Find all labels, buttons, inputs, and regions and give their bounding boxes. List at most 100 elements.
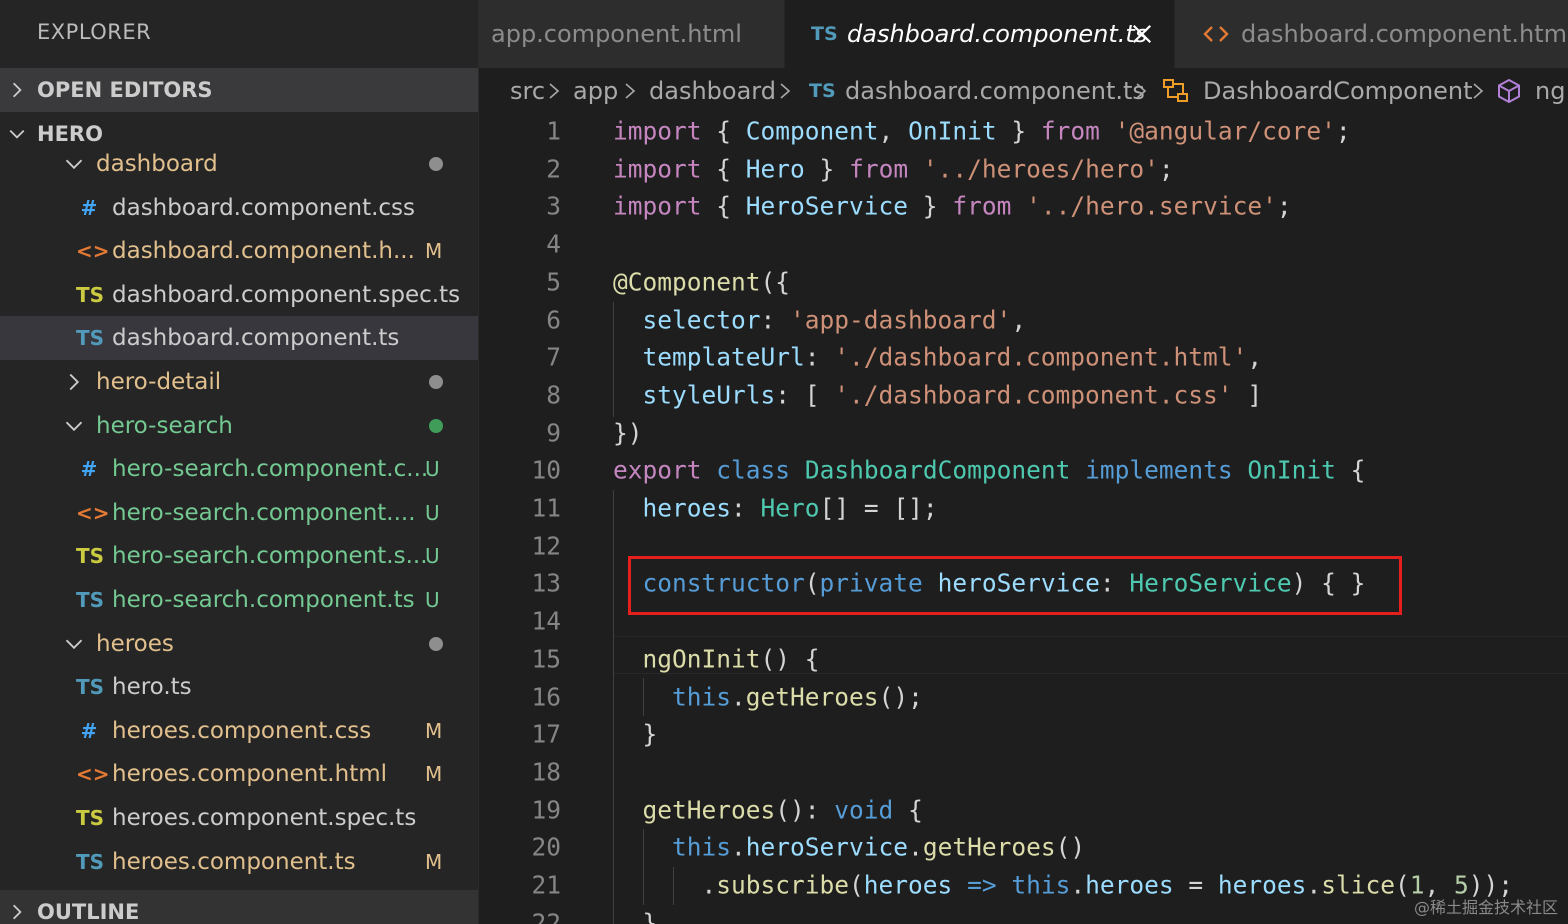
tree-file[interactable]: # hero-search.component.c... U bbox=[0, 447, 478, 491]
git-status-badge: M bbox=[425, 849, 443, 874]
editor-tab-bar: app.component.html TS dashboard.componen… bbox=[479, 0, 1568, 68]
line-number: 3 bbox=[546, 191, 561, 221]
code-text: selector: 'app-dashboard', bbox=[642, 305, 1027, 334]
chevron-down-icon bbox=[65, 421, 83, 431]
typescript-file-icon: TS bbox=[76, 849, 105, 874]
tree-file[interactable]: TS heroes.component.ts M bbox=[0, 840, 478, 884]
line-number: 8 bbox=[546, 380, 561, 410]
line-number: 6 bbox=[546, 305, 561, 334]
tree-file[interactable]: <> heroes.component.html M bbox=[0, 752, 478, 796]
tree-file[interactable]: TS hero.ts bbox=[0, 665, 478, 709]
tree-file[interactable]: TS heroes.component.spec.ts bbox=[0, 796, 478, 840]
typescript-file-icon: TS bbox=[76, 675, 105, 700]
line-number: 9 bbox=[546, 418, 561, 448]
chevron-down-icon bbox=[65, 639, 83, 649]
breadcrumb-item-src[interactable]: src bbox=[510, 77, 545, 105]
code-line: 18 bbox=[479, 753, 1568, 791]
tree-item-label: heroes.component.ts bbox=[112, 848, 356, 875]
tree-item-label: heroes.component.spec.ts bbox=[112, 805, 417, 831]
line-number: 21 bbox=[531, 870, 561, 900]
breadcrumb-item-file[interactable]: dashboard.component.ts bbox=[845, 77, 1145, 105]
chevron-right-icon bbox=[625, 83, 636, 99]
annotation-highlight-box bbox=[628, 556, 1402, 615]
class-symbol-icon bbox=[1163, 79, 1188, 102]
outline-section-header[interactable]: OUTLINE bbox=[0, 890, 478, 924]
code-text: getHeroes(): void { bbox=[642, 795, 923, 825]
code-line: 15 ngOnInit() { bbox=[479, 640, 1568, 678]
outline-label: OUTLINE bbox=[37, 900, 140, 924]
code-line: 2 import { Hero } from '../heroes/hero'; bbox=[479, 150, 1568, 188]
css-file-icon: # bbox=[80, 457, 98, 482]
tree-item-label: dashboard.component.css bbox=[112, 194, 416, 221]
tree-item-label: dashboard.component.ts bbox=[112, 325, 400, 352]
html-file-icon: <> bbox=[76, 500, 110, 525]
tree-folder[interactable]: hero-detail bbox=[0, 360, 478, 404]
chevron-right-icon bbox=[12, 904, 22, 920]
close-icon[interactable] bbox=[1131, 23, 1153, 45]
tree-folder[interactable]: heroes bbox=[0, 622, 478, 666]
line-number: 5 bbox=[546, 267, 561, 297]
open-editors-section-header[interactable]: OPEN EDITORS bbox=[0, 68, 478, 112]
line-number: 7 bbox=[546, 342, 561, 372]
git-status-dot bbox=[429, 636, 443, 651]
git-status-badge: U bbox=[425, 588, 440, 612]
tree-item-label: hero-search.component.ts bbox=[112, 587, 415, 613]
tree-item-label: heroes bbox=[96, 630, 174, 657]
explorer-sidebar: EXPLORER OPEN EDITORS HERO dashboard # das… bbox=[0, 0, 478, 924]
chevron-right-icon bbox=[12, 82, 22, 98]
tree-file[interactable]: TS dashboard.component.ts bbox=[0, 316, 478, 361]
breadcrumb: src app dashboard TS dashboard.component… bbox=[479, 68, 1568, 114]
tree-folder[interactable]: dashboard bbox=[0, 142, 478, 186]
code-text: this.heroService.getHeroes() bbox=[672, 832, 1086, 862]
tab-app-component-html[interactable]: app.component.html bbox=[479, 0, 784, 68]
tree-item-label: hero.ts bbox=[112, 674, 192, 701]
tree-item-label: hero-search.component.s... bbox=[112, 543, 428, 570]
code-line: 7 templateUrl: './dashboard.component.ht… bbox=[479, 338, 1568, 376]
tree-file[interactable]: TS dashboard.component.spec.ts bbox=[0, 273, 478, 317]
tree-item-label: hero-search.component.c... bbox=[112, 456, 429, 483]
breadcrumb-item-dashboard[interactable]: dashboard bbox=[649, 77, 776, 105]
typescript-file-icon: TS bbox=[76, 588, 105, 612]
tree-item-label: dashboard bbox=[96, 151, 218, 177]
tree-file[interactable]: # dashboard.component.css bbox=[0, 186, 478, 230]
tree-file[interactable]: <> dashboard.component.h... M bbox=[0, 229, 478, 273]
line-number: 14 bbox=[531, 606, 561, 636]
tab-dashboard-component-ts[interactable]: TS dashboard.component.ts bbox=[785, 0, 1174, 68]
typescript-file-icon: TS bbox=[76, 544, 105, 569]
code-editor[interactable]: 1 import { Component, OnInit } from '@ang… bbox=[479, 112, 1568, 924]
code-text: heroes: Hero[] = []; bbox=[642, 493, 938, 523]
tree-file[interactable]: # heroes.component.css M bbox=[0, 709, 478, 753]
code-line: 17 } bbox=[479, 715, 1568, 753]
tree-file[interactable]: TS hero-search.component.ts U bbox=[0, 578, 478, 622]
breadcrumb-item-app[interactable]: app bbox=[573, 77, 618, 105]
html-file-icon: <> bbox=[76, 239, 110, 264]
open-editors-label: OPEN EDITORS bbox=[37, 78, 213, 102]
code-text: .subscribe(heroes => this.heroes = heroe… bbox=[613, 870, 1514, 900]
code-line: 3 import { HeroService } from '../hero.se… bbox=[479, 187, 1568, 225]
tree-file[interactable]: <> hero-search.component.... U bbox=[0, 491, 478, 535]
explorer-title: EXPLORER bbox=[37, 20, 152, 44]
code-text: @Component({ bbox=[613, 267, 791, 297]
tree-item-label: heroes.component.css bbox=[112, 717, 372, 744]
tree-item-label: hero-search bbox=[96, 412, 233, 439]
code-text: } bbox=[642, 719, 658, 749]
tab-dashboard-component-html[interactable]: dashboard.component.html bbox=[1175, 0, 1568, 68]
tree-file[interactable]: TS hero-search.component.s... U bbox=[0, 534, 478, 578]
html-file-icon bbox=[1203, 26, 1229, 42]
chevron-right-icon bbox=[780, 83, 791, 99]
git-status-badge: M bbox=[425, 762, 443, 787]
tree-folder[interactable]: hero-search bbox=[0, 404, 478, 448]
git-status-dot bbox=[429, 418, 443, 433]
git-status-dot bbox=[429, 375, 443, 389]
file-tree: dashboard # dashboard.component.css <> dashb… bbox=[0, 142, 478, 890]
line-number: 18 bbox=[531, 757, 561, 787]
typescript-file-icon: TS bbox=[76, 806, 105, 830]
line-number: 10 bbox=[531, 455, 561, 485]
typescript-file-icon: TS bbox=[811, 23, 838, 45]
breadcrumb-item-method[interactable]: ng bbox=[1535, 77, 1565, 105]
line-number: 17 bbox=[531, 719, 561, 749]
code-line: 19 getHeroes(): void { bbox=[479, 791, 1568, 829]
watermark: @稀土掘金技术社区 bbox=[1413, 898, 1558, 917]
tab-label: app.component.html bbox=[491, 20, 742, 48]
breadcrumb-item-class[interactable]: DashboardComponent bbox=[1203, 77, 1473, 105]
